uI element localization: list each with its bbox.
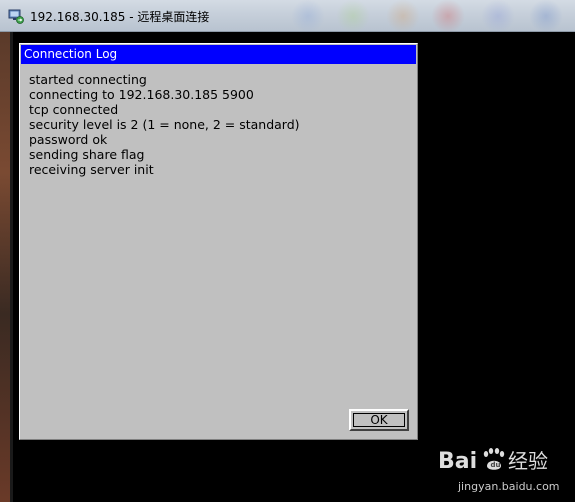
log-line: security level is 2 (1 = none, 2 = stand… xyxy=(29,117,300,132)
connection-log-dialog: Connection Log started connecting connec… xyxy=(19,43,418,440)
watermark: Bai du 经验 jingyan.baidu.com xyxy=(438,440,568,496)
remote-desktop-icon xyxy=(8,9,24,24)
background-ghost-icon xyxy=(430,0,466,32)
background-ghost-icon xyxy=(480,0,516,32)
log-line: tcp connected xyxy=(29,102,119,117)
log-area: started connecting connecting to 192.168… xyxy=(29,72,409,177)
log-line: sending share flag xyxy=(29,147,145,162)
log-line: connecting to 192.168.30.185 5900 xyxy=(29,87,254,102)
log-line: started connecting xyxy=(29,72,147,87)
window-titlebar[interactable]: 192.168.30.185 - 远程桌面连接 xyxy=(0,0,575,32)
background-ghost-icon xyxy=(528,0,564,32)
watermark-url: jingyan.baidu.com xyxy=(458,480,560,493)
background-ghost-icon xyxy=(290,0,326,32)
window-left-border xyxy=(10,32,13,502)
window-left-edge xyxy=(0,32,10,502)
window-title: 192.168.30.185 - 远程桌面连接 xyxy=(30,10,210,24)
baidu-paw-logo: Bai du 经验 xyxy=(438,448,548,474)
log-line: password ok xyxy=(29,132,108,147)
remote-desktop-window: 192.168.30.185 - 远程桌面连接 Connection Log s… xyxy=(0,0,575,502)
ok-button[interactable]: OK xyxy=(349,409,409,431)
log-line: receiving server init xyxy=(29,162,154,177)
background-ghost-icon xyxy=(385,0,421,32)
dialog-titlebar[interactable]: Connection Log xyxy=(21,45,416,64)
svg-text:du: du xyxy=(491,461,501,469)
watermark-brand: Bai xyxy=(438,449,477,474)
watermark-brand-suffix: 经验 xyxy=(508,449,548,473)
background-ghost-icon xyxy=(335,0,371,32)
